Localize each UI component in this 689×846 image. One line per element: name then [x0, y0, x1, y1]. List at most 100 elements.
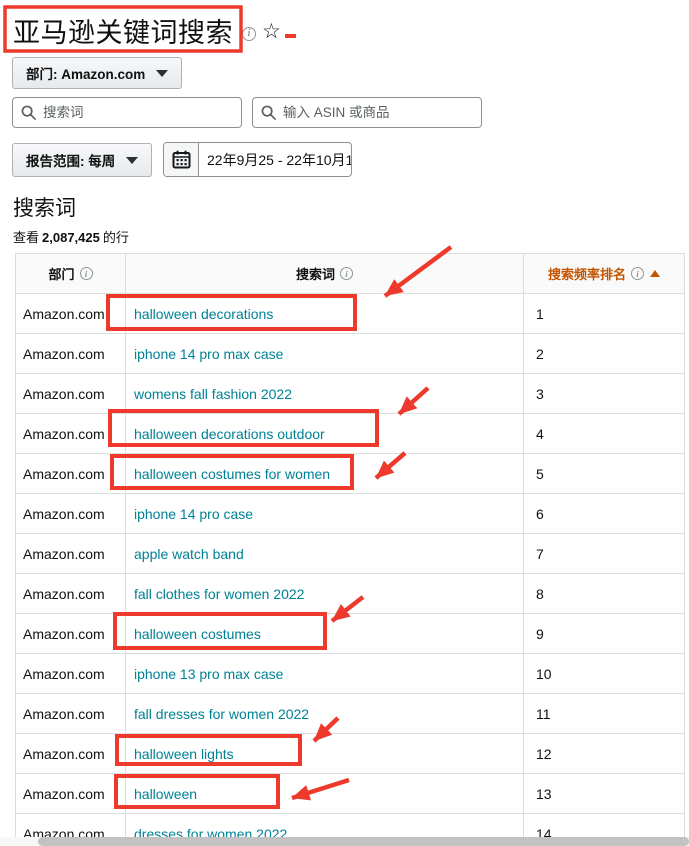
calendar-icon	[172, 150, 191, 169]
sort-ascending-icon	[650, 270, 660, 277]
date-range-picker: 22年9月25 - 22年10月1	[163, 142, 352, 177]
search-term-link[interactable]: iphone 14 pro case	[134, 506, 253, 522]
search-term-link[interactable]: womens fall fashion 2022	[134, 386, 292, 402]
table-row: Amazon.com womens fall fashion 2022 3	[16, 374, 685, 414]
department-cell: Amazon.com	[16, 454, 126, 494]
rank-cell: 2	[524, 334, 685, 374]
table-row: Amazon.com apple watch band 7	[16, 534, 685, 574]
search-term-cell: iphone 14 pro max case	[126, 334, 524, 374]
rank-cell: 13	[524, 774, 685, 814]
info-icon[interactable]: i	[340, 267, 353, 280]
rank-cell: 5	[524, 454, 685, 494]
title-info-icon[interactable]: i	[242, 27, 256, 41]
date-range-value[interactable]: 22年9月25 - 22年10月1	[199, 143, 351, 176]
rank-cell: 7	[524, 534, 685, 574]
search-terms-table: 部门 i 搜索词 i 搜索频率排名 i Amazon.com halloween de…	[15, 253, 685, 846]
department-cell: Amazon.com	[16, 774, 126, 814]
table-row: Amazon.com halloween decorations outdoor…	[16, 414, 685, 454]
table-row: Amazon.com iphone 13 pro max case 10	[16, 654, 685, 694]
rows-count-line: 查看2,087,425的行	[13, 227, 129, 246]
horizontal-scrollbar-thumb[interactable]	[38, 837, 689, 846]
page-title: 亚马逊关键词搜索	[13, 11, 233, 50]
rows-count-prefix: 查看	[13, 230, 39, 245]
search-term-link[interactable]: halloween decorations	[134, 306, 273, 322]
search-term-link[interactable]: fall dresses for women 2022	[134, 706, 309, 722]
rows-count-suffix: 的行	[103, 230, 129, 245]
department-cell: Amazon.com	[16, 414, 126, 454]
column-header-department-label: 部门	[48, 264, 74, 283]
calendar-button[interactable]	[164, 143, 199, 176]
asin-input[interactable]	[252, 97, 482, 128]
table-row: Amazon.com iphone 14 pro max case 2	[16, 334, 685, 374]
info-icon[interactable]: i	[80, 267, 93, 280]
search-term-field-wrap	[12, 97, 242, 128]
chevron-down-icon	[156, 70, 168, 77]
rank-cell: 10	[524, 654, 685, 694]
report-range-label: 报告范围: 每周	[26, 150, 115, 170]
rank-cell: 1	[524, 294, 685, 334]
search-term-cell: womens fall fashion 2022	[126, 374, 524, 414]
search-term-link[interactable]: iphone 13 pro max case	[134, 666, 283, 682]
column-header-rank[interactable]: 搜索频率排名 i	[524, 254, 685, 294]
table-row: Amazon.com halloween costumes 9	[16, 614, 685, 654]
search-term-cell: halloween decorations	[126, 294, 524, 334]
search-term-cell: fall dresses for women 2022	[126, 694, 524, 734]
search-term-cell: halloween costumes for women	[126, 454, 524, 494]
search-term-cell: apple watch band	[126, 534, 524, 574]
department-dropdown-button[interactable]: 部门: Amazon.com	[12, 57, 182, 89]
search-term-cell: halloween	[126, 774, 524, 814]
section-title: 搜索词	[13, 192, 76, 222]
horizontal-scrollbar-track	[0, 837, 689, 846]
search-term-link[interactable]: halloween costumes for women	[134, 466, 330, 482]
search-term-link[interactable]: halloween costumes	[134, 626, 261, 642]
search-term-link[interactable]: halloween lights	[134, 746, 234, 762]
column-header-term-label: 搜索词	[296, 264, 335, 283]
info-icon[interactable]: i	[631, 267, 644, 280]
search-term-cell: halloween decorations outdoor	[126, 414, 524, 454]
department-cell: Amazon.com	[16, 334, 126, 374]
department-dropdown-label: 部门: Amazon.com	[26, 63, 145, 83]
search-term-cell: fall clothes for women 2022	[126, 574, 524, 614]
asin-field-wrap	[252, 97, 482, 128]
department-cell: Amazon.com	[16, 574, 126, 614]
column-header-rank-label: 搜索频率排名	[548, 264, 626, 283]
department-cell: Amazon.com	[16, 374, 126, 414]
table-row: Amazon.com fall clothes for women 2022 8	[16, 574, 685, 614]
rank-cell: 3	[524, 374, 685, 414]
search-term-link[interactable]: apple watch band	[134, 546, 244, 562]
department-cell: Amazon.com	[16, 294, 126, 334]
chevron-down-icon	[126, 157, 138, 164]
search-term-cell: iphone 13 pro max case	[126, 654, 524, 694]
search-term-cell: halloween lights	[126, 734, 524, 774]
favorite-star-icon[interactable]: ☆	[262, 21, 281, 42]
search-term-link[interactable]: iphone 14 pro max case	[134, 346, 283, 362]
rank-cell: 8	[524, 574, 685, 614]
rank-cell: 4	[524, 414, 685, 454]
department-cell: Amazon.com	[16, 614, 126, 654]
amazon-brand-analytics-page: 亚马逊关键词搜索 i ☆ 部门: Amazon.com 报告范围: 每周	[0, 0, 689, 846]
rank-cell: 11	[524, 694, 685, 734]
table-header-row: 部门 i 搜索词 i 搜索频率排名 i	[16, 254, 685, 294]
page-header: 亚马逊关键词搜索 i ☆	[13, 11, 296, 50]
table-row: Amazon.com fall dresses for women 2022 1…	[16, 694, 685, 734]
rank-cell: 9	[524, 614, 685, 654]
search-term-cell: halloween costumes	[126, 614, 524, 654]
column-header-department: 部门 i	[16, 254, 126, 294]
annotation-dash	[285, 34, 296, 38]
rank-cell: 12	[524, 734, 685, 774]
table-row: Amazon.com halloween 13	[16, 774, 685, 814]
column-header-term: 搜索词 i	[126, 254, 524, 294]
table-row: Amazon.com iphone 14 pro case 6	[16, 494, 685, 534]
table-row: Amazon.com halloween decorations 1	[16, 294, 685, 334]
search-term-link[interactable]: halloween decorations outdoor	[134, 426, 325, 442]
search-term-link[interactable]: halloween	[134, 786, 197, 802]
report-range-dropdown-button[interactable]: 报告范围: 每周	[12, 143, 152, 177]
department-cell: Amazon.com	[16, 494, 126, 534]
search-term-cell: iphone 14 pro case	[126, 494, 524, 534]
search-term-link[interactable]: fall clothes for women 2022	[134, 586, 304, 602]
rows-count-value: 2,087,425	[42, 230, 100, 245]
rank-cell: 6	[524, 494, 685, 534]
department-cell: Amazon.com	[16, 654, 126, 694]
search-term-input[interactable]	[12, 97, 242, 128]
table-row: Amazon.com halloween costumes for women …	[16, 454, 685, 494]
